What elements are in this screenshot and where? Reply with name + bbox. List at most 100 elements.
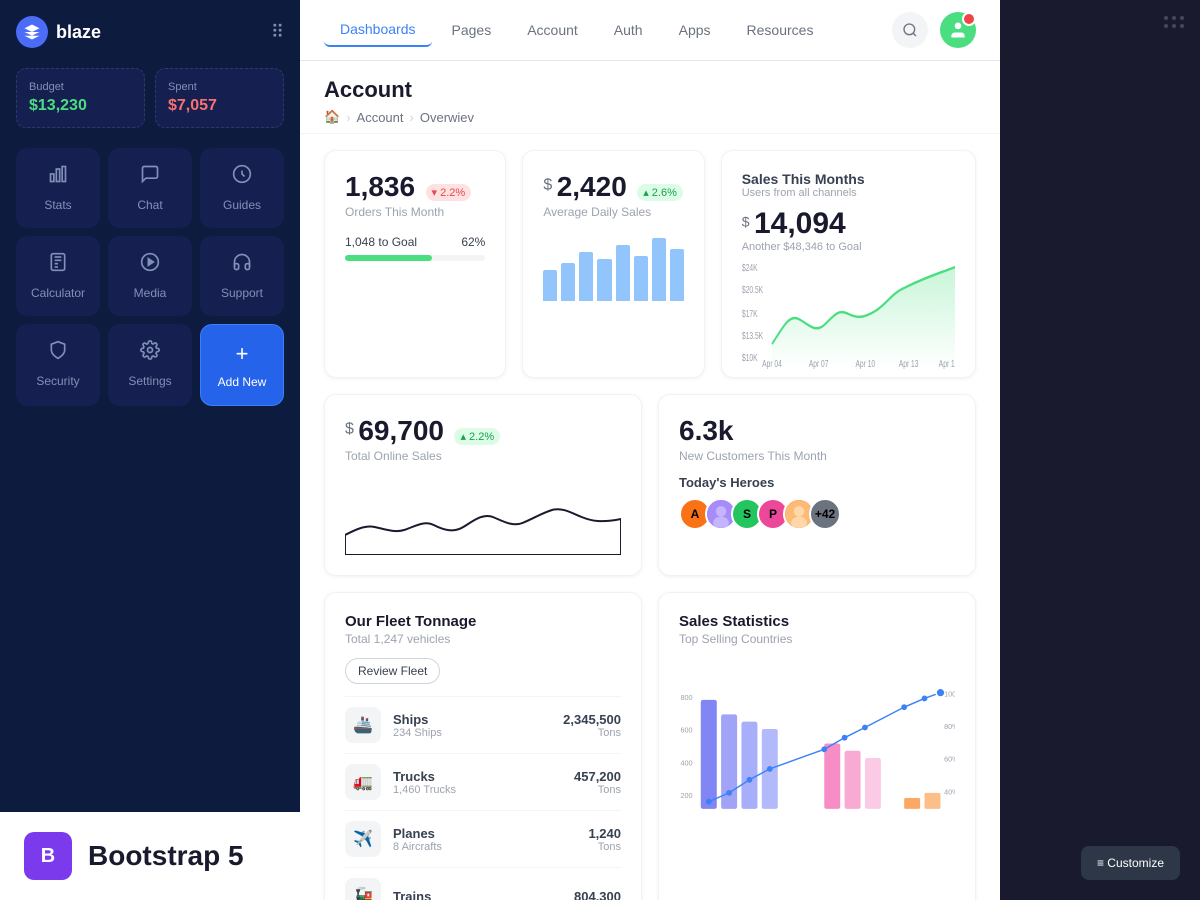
daily-sales-card: $ 2,420 ▴ 2.6% Average Daily Sales bbox=[522, 150, 704, 378]
dot bbox=[1180, 24, 1184, 28]
nav-link-account[interactable]: Account bbox=[511, 14, 594, 46]
orders-label: Orders This Month bbox=[345, 205, 485, 219]
review-fleet-button[interactable]: Review Fleet bbox=[345, 658, 440, 684]
total-sales-prefix: $ bbox=[345, 421, 354, 438]
breadcrumb-sep-1: › bbox=[346, 110, 350, 125]
top-navigation: Dashboards Pages Account Auth Apps Resou… bbox=[300, 0, 1000, 61]
sales-stats-subtitle: Top Selling Countries bbox=[679, 632, 955, 646]
total-sales-card: $ 69,700 ▴ 2.2% Total Online Sales bbox=[324, 394, 642, 576]
chat-label: Chat bbox=[137, 198, 162, 212]
topnav-actions bbox=[892, 12, 976, 48]
sidebar-item-settings[interactable]: Settings bbox=[108, 324, 192, 406]
dot-5 bbox=[821, 746, 827, 752]
heroes-avatars: A S P +42 bbox=[679, 498, 955, 530]
sales-month-card: Sales This Months Users from all channel… bbox=[721, 150, 976, 378]
nav-grid-1: Stats Chat Guides bbox=[16, 148, 284, 228]
planes-icon: ✈️ bbox=[345, 821, 381, 857]
sidebar-header: blaze ⠿ bbox=[16, 16, 284, 48]
calculator-icon bbox=[48, 252, 68, 278]
media-icon bbox=[140, 252, 160, 278]
bar-9 bbox=[924, 793, 940, 809]
fleet-item-trains: 🚂 Trains 804,300 bbox=[345, 867, 621, 900]
nav-link-auth[interactable]: Auth bbox=[598, 14, 659, 46]
trucks-icon: 🚛 bbox=[345, 764, 381, 800]
bar-1 bbox=[701, 700, 717, 809]
svg-text:60%: 60% bbox=[944, 755, 955, 764]
sales-month-subtitle: Users from all channels bbox=[742, 187, 955, 199]
svg-text:100%: 100% bbox=[944, 689, 955, 698]
right-panel: ≡ Customize bbox=[1000, 0, 1200, 900]
heroes-section: Today's Heroes A S P +42 bbox=[679, 475, 955, 530]
nav-link-resources[interactable]: Resources bbox=[731, 14, 830, 46]
breadcrumb-home: 🏠 bbox=[324, 109, 340, 125]
svg-text:800: 800 bbox=[680, 693, 692, 702]
sidebar-item-support[interactable]: Support bbox=[200, 236, 284, 316]
sales-month-number: 14,094 bbox=[754, 207, 846, 240]
wave-chart-area bbox=[345, 475, 621, 555]
sidebar: blaze ⠿ Budget $13,230 Spent $7,057 Stat… bbox=[0, 0, 300, 900]
dot-9 bbox=[922, 696, 928, 702]
orders-number: 1,836 bbox=[345, 171, 415, 202]
progress-label: 1,048 to Goal bbox=[345, 235, 417, 249]
customers-number: 6.3k bbox=[679, 415, 734, 446]
nav-link-apps[interactable]: Apps bbox=[663, 14, 727, 46]
logo-text: blaze bbox=[56, 22, 101, 43]
ships-value: 2,345,500 Tons bbox=[563, 712, 621, 739]
trucks-value: 457,200 Tons bbox=[574, 769, 621, 796]
daily-sales-prefix: $ bbox=[543, 177, 552, 194]
user-avatar[interactable] bbox=[940, 12, 976, 48]
fleet-item-trucks: 🚛 Trucks 1,460 Trucks 457,200 Tons bbox=[345, 753, 621, 810]
sidebar-item-guides[interactable]: Guides bbox=[200, 148, 284, 228]
mini-bar-2 bbox=[561, 263, 575, 302]
page-header-wrapper: Account 🏠 › Account › Overwiev + Invite … bbox=[300, 61, 1000, 134]
heroes-label: Today's Heroes bbox=[679, 475, 955, 490]
sidebar-item-security[interactable]: Security bbox=[16, 324, 100, 406]
sidebar-item-calculator[interactable]: Calculator bbox=[16, 236, 100, 316]
ships-name: Ships bbox=[393, 712, 551, 727]
stats-label: Stats bbox=[44, 198, 71, 212]
customize-button[interactable]: ≡ Customize bbox=[1081, 846, 1180, 880]
sidebar-item-add-new[interactable]: + Add New bbox=[200, 324, 284, 406]
fleet-title: Our Fleet Tonnage bbox=[345, 613, 621, 630]
dot bbox=[1164, 24, 1168, 28]
budget-card: Budget $13,230 bbox=[16, 68, 145, 128]
nav-link-dashboards[interactable]: Dashboards bbox=[324, 13, 432, 47]
stats-row-1: 1,836 ▾ 2.2% Orders This Month 1,048 to … bbox=[324, 150, 976, 378]
trains-name: Trains bbox=[393, 889, 562, 900]
svg-text:200: 200 bbox=[680, 791, 692, 800]
planes-value: 1,240 Tons bbox=[588, 826, 621, 853]
right-panel-dots bbox=[1164, 16, 1184, 28]
svg-text:80%: 80% bbox=[944, 722, 955, 731]
search-button[interactable] bbox=[892, 12, 928, 48]
bar-6 bbox=[845, 751, 861, 809]
add-new-label: Add New bbox=[218, 375, 267, 389]
svg-text:$10K: $10K bbox=[742, 352, 758, 364]
mini-bar-4 bbox=[597, 259, 611, 301]
dot bbox=[1172, 16, 1176, 20]
menu-icon[interactable]: ⠿ bbox=[271, 22, 284, 43]
nav-link-pages[interactable]: Pages bbox=[436, 14, 508, 46]
spent-card: Spent $7,057 bbox=[155, 68, 284, 128]
trains-info: Trains bbox=[393, 889, 562, 900]
sidebar-item-media[interactable]: Media bbox=[108, 236, 192, 316]
ships-icon: 🚢 bbox=[345, 707, 381, 743]
sales-month-sub: Another $48,346 to Goal bbox=[742, 241, 955, 253]
budget-cards: Budget $13,230 Spent $7,057 bbox=[16, 68, 284, 128]
sidebar-item-chat[interactable]: Chat bbox=[108, 148, 192, 228]
fleet-card: Our Fleet Tonnage Total 1,247 vehicles R… bbox=[324, 592, 642, 900]
total-sales-number: 69,700 bbox=[358, 415, 444, 446]
breadcrumb-overwiev: Overwiev bbox=[420, 110, 474, 125]
sales-month-header: Sales This Months Users from all channel… bbox=[742, 171, 955, 199]
sidebar-item-stats[interactable]: Stats bbox=[16, 148, 100, 228]
trucks-name: Trucks bbox=[393, 769, 562, 784]
support-icon bbox=[232, 252, 252, 278]
svg-text:Apr 13: Apr 13 bbox=[899, 358, 919, 369]
guides-icon bbox=[232, 164, 252, 190]
trains-value: 804,300 bbox=[574, 889, 621, 900]
sales-chart-area: $24K $20.5K $17K $13.5K $10K bbox=[742, 259, 955, 369]
sales-chart-svg: $24K $20.5K $17K $13.5K $10K bbox=[742, 259, 955, 369]
fleet-subtitle: Total 1,247 vehicles bbox=[345, 632, 621, 646]
svg-text:Apr 16: Apr 16 bbox=[939, 358, 955, 369]
bar-8 bbox=[904, 798, 920, 809]
ships-count: 234 Ships bbox=[393, 727, 551, 739]
